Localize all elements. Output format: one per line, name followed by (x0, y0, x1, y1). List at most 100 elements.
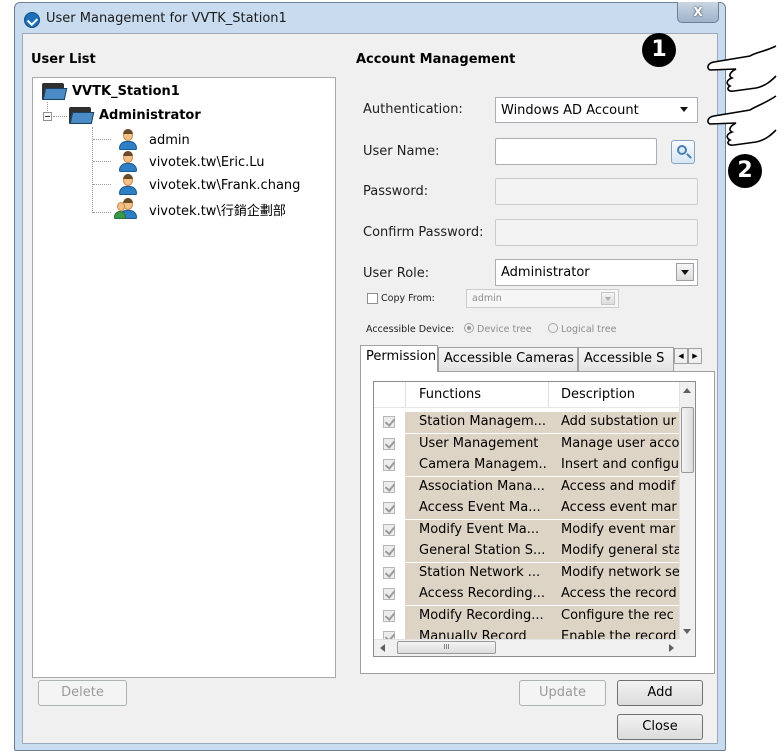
permission-checkbox[interactable] (383, 588, 395, 600)
permission-row[interactable]: Access Recording... Access the record (374, 584, 680, 605)
tree-node-label: Administrator (99, 108, 201, 123)
column-header-description[interactable]: Description (561, 387, 635, 402)
user-label: vivotek.tw\Frank.chang (149, 177, 301, 193)
scroll-corner (679, 639, 695, 656)
chevron-down-icon (601, 292, 615, 305)
tree-user-admin[interactable]: admin (117, 129, 190, 151)
accessible-device-label: Accessible Device: (366, 324, 455, 335)
permission-function-cell: Association Mana... (405, 476, 548, 498)
permission-row[interactable]: Camera Managem... Insert and configu (374, 455, 680, 476)
callout-1-badge: 1 (642, 33, 676, 67)
tree-group-marketing[interactable]: vivotek.tw\行銷企劃部 (114, 198, 286, 220)
callout-2-badge: 2 (728, 154, 762, 188)
logical-tree-radio[interactable]: Logical tree (548, 323, 616, 335)
password-input[interactable] (495, 178, 698, 205)
vertical-scrollbar[interactable] (679, 382, 695, 640)
permission-function-cell: Modify Event Ma... (405, 519, 548, 541)
confirm-password-input[interactable] (495, 219, 698, 246)
permission-row[interactable]: Station Managem... Add substation ur (374, 412, 680, 433)
title-bar[interactable]: User Management for VVTK_Station1 X (15, 2, 725, 36)
copy-from-checkbox[interactable] (367, 293, 378, 304)
username-input[interactable] (495, 138, 657, 165)
permission-checkbox[interactable] (383, 609, 395, 622)
user-role-select[interactable]: Administrator (495, 259, 698, 286)
tree-user-eric-lu[interactable]: vivotek.tw\Eric.Lu (117, 151, 265, 173)
pointing-hand-icon (707, 45, 777, 92)
tree-node-label: VVTK_Station1 (72, 84, 180, 99)
permission-checkbox[interactable] (383, 459, 395, 471)
tab-accessible-cameras[interactable]: Accessible Cameras (438, 347, 578, 371)
delete-button[interactable]: Delete (38, 680, 127, 706)
tree-node-administrator[interactable]: Administrator (69, 107, 201, 124)
permission-function-cell: Station Network ... (405, 562, 548, 584)
permission-function-cell: Camera Managem... (405, 455, 548, 476)
add-button[interactable]: Add (617, 680, 703, 706)
permission-row[interactable]: Modify Event Ma... Modify event mar (374, 519, 680, 541)
permission-row[interactable]: General Station S... Modify general sta (374, 541, 680, 562)
user-label: admin (149, 132, 190, 148)
permission-function-cell: Modify Recording... (405, 605, 548, 627)
permission-description-cell: Configure the rec (548, 605, 680, 627)
device-tree-label: Device tree (477, 324, 532, 335)
permission-row[interactable]: Station Network ... Modify network se (374, 562, 680, 584)
scroll-right-icon[interactable] (669, 644, 674, 652)
grid-header: Functions Description (374, 382, 680, 408)
user-role-label: User Role: (363, 266, 430, 281)
tree-node-station[interactable]: VVTK_Station1 (42, 83, 180, 100)
scroll-up-icon[interactable] (683, 388, 691, 393)
horizontal-scrollbar[interactable]: III (374, 639, 680, 656)
authentication-value: Windows AD Account (501, 102, 639, 118)
scroll-thumb[interactable] (681, 407, 694, 473)
permission-row[interactable]: Modify Recording... Configure the rec (374, 605, 680, 627)
user-group-icon (114, 198, 139, 220)
user-tree[interactable]: VVTK_Station1 Administrator admin vivote… (32, 77, 336, 678)
permission-row[interactable]: User Management Manage user acco (374, 433, 680, 455)
radio-selected-icon (464, 323, 474, 333)
tab-strip: Permission Accessible Cameras Accessible… (360, 345, 715, 372)
update-button[interactable]: Update (519, 680, 606, 706)
permission-description-cell: Access event mar (548, 498, 680, 519)
permission-checkbox[interactable] (383, 566, 395, 579)
app-logo-icon (24, 12, 40, 28)
permission-function-cell: Access Event Ma... (405, 498, 548, 519)
chevron-down-icon (676, 101, 694, 119)
device-tree-radio[interactable]: Device tree (464, 323, 532, 335)
search-user-button[interactable] (671, 140, 695, 164)
permission-checkbox[interactable] (383, 502, 395, 514)
scroll-down-icon[interactable] (683, 629, 691, 634)
user-management-window: User Management for VVTK_Station1 X User… (14, 2, 726, 751)
open-folder-icon (69, 107, 95, 124)
permission-function-cell: Access Recording... (405, 584, 548, 605)
tab-accessible-s[interactable]: Accessible S (578, 347, 674, 371)
scroll-left-icon[interactable] (380, 644, 385, 652)
scroll-thumb-horizontal[interactable]: III (397, 641, 496, 654)
permission-checkbox[interactable] (383, 480, 395, 493)
radio-empty-icon (548, 323, 558, 333)
permission-checkbox[interactable] (383, 523, 395, 536)
tab-scroll-left-button[interactable]: ◀ (674, 348, 688, 364)
permission-row[interactable]: Access Event Ma... Access event mar (374, 498, 680, 519)
permission-checkbox[interactable] (383, 437, 395, 450)
permission-panel: Functions Description Station Managem...… (360, 371, 715, 674)
tab-permission[interactable]: Permission (360, 345, 438, 372)
tab-scroll-right-button[interactable]: ▶ (688, 348, 702, 364)
copy-from-label: Copy From: (381, 293, 435, 304)
permission-description-cell: Add substation ur (548, 412, 680, 433)
copy-from-select[interactable]: admin (466, 289, 619, 308)
permission-checkbox[interactable] (383, 416, 395, 428)
close-button[interactable]: Close (617, 714, 703, 740)
user-list-header: User List (31, 52, 96, 67)
tree-user-frank-chang[interactable]: vivotek.tw\Frank.chang (117, 174, 300, 196)
permission-row[interactable]: Association Mana... Access and modif (374, 476, 680, 498)
pointing-hand-icon (707, 95, 777, 146)
collapse-toggle-icon[interactable] (43, 112, 52, 121)
user-icon (117, 174, 139, 196)
permission-function-cell: General Station S... (405, 541, 548, 562)
column-header-functions[interactable]: Functions (419, 387, 481, 402)
permission-grid[interactable]: Functions Description Station Managem...… (373, 381, 696, 657)
authentication-select[interactable]: Windows AD Account (495, 97, 698, 123)
permission-checkbox[interactable] (383, 545, 395, 557)
username-label: User Name: (363, 144, 440, 159)
permission-description-cell: Modify network se (548, 562, 680, 584)
close-window-button[interactable]: X (677, 2, 719, 23)
